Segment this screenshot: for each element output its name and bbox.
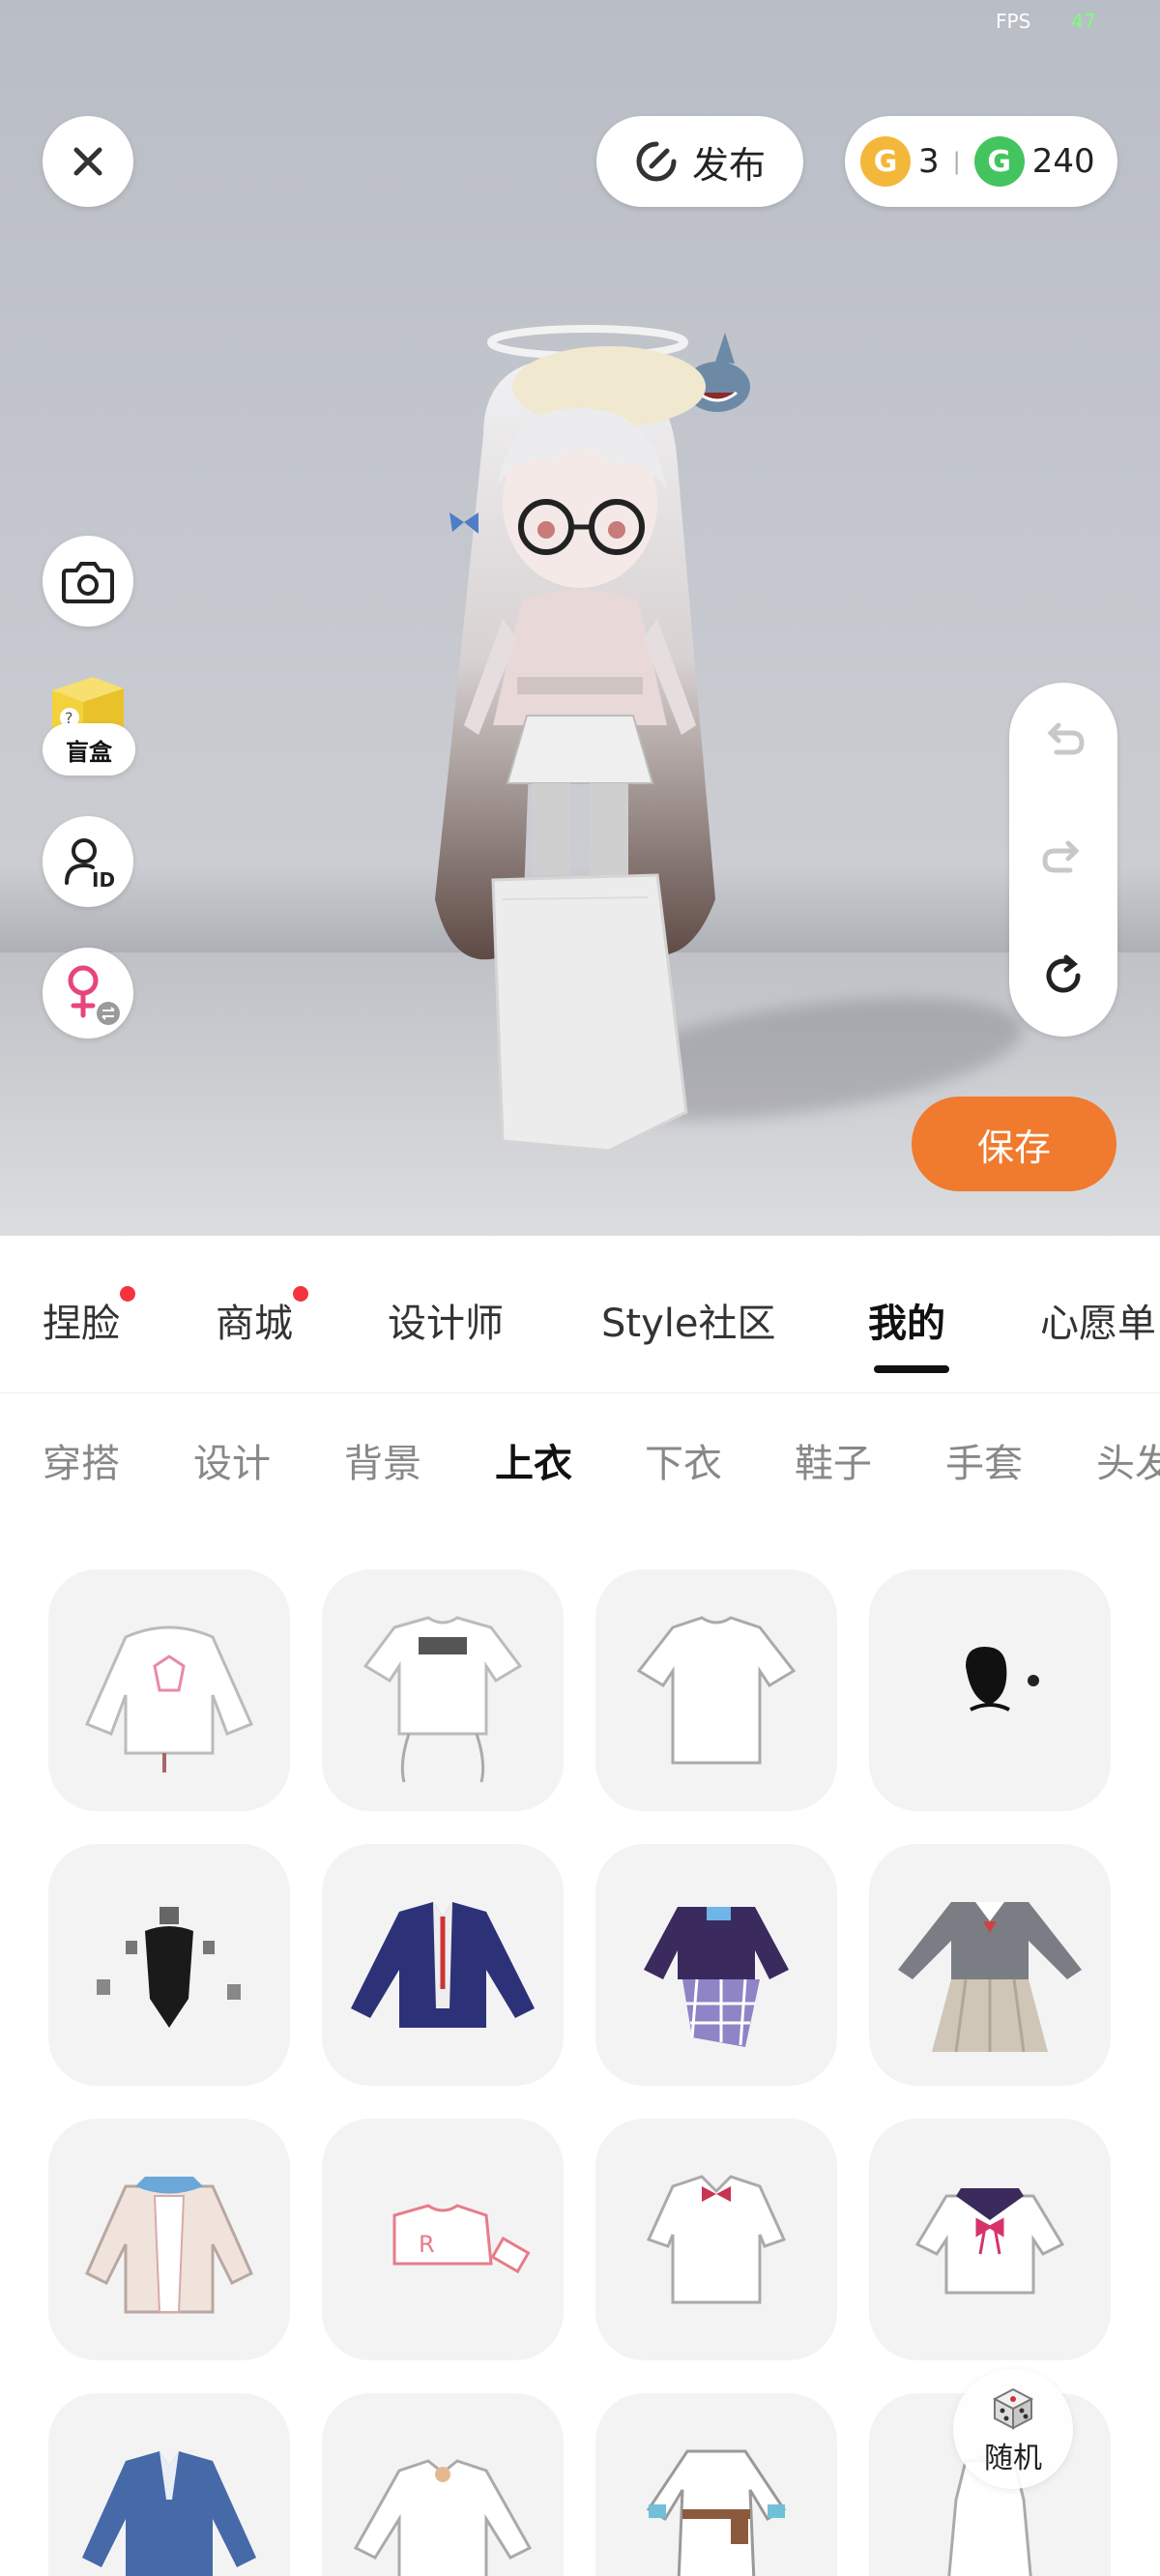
- tab-designer-label: 设计师: [388, 1302, 504, 1346]
- purple-plaid-dress-icon: [644, 1907, 789, 2047]
- item-cardigan-sailor[interactable]: [48, 2119, 290, 2360]
- publish-label: 发布: [691, 143, 766, 187]
- tab-shop-badge: [293, 1286, 308, 1302]
- subtab-background[interactable]: 背景: [344, 1432, 421, 1488]
- blind-box-button[interactable]: ? 盲盒: [43, 667, 135, 783]
- subtab-shoes[interactable]: 鞋子: [795, 1432, 872, 1488]
- user-id-icon: ID: [65, 838, 115, 889]
- item-sailor-blouse[interactable]: [869, 2119, 1111, 2360]
- currency-divider: |: [952, 148, 961, 175]
- undo-button[interactable]: [1037, 714, 1089, 770]
- white-bow-shirt-icon: [646, 2175, 787, 2304]
- gender-button[interactable]: [43, 948, 133, 1039]
- subtab-design[interactable]: 设计: [193, 1432, 271, 1488]
- tab-wishlist-label: 心愿单: [1040, 1302, 1156, 1346]
- green-coin-icon: G: [973, 136, 1025, 187]
- tshirt-drawstring-icon: [362, 1616, 523, 1783]
- active-tab-indicator: [874, 1365, 949, 1373]
- subtab-bottoms[interactable]: 下衣: [645, 1432, 722, 1488]
- white-ruffle-blouse-icon: [353, 2459, 533, 2576]
- blind-box-label-pill: 盲盒: [43, 723, 135, 776]
- tab-style-community[interactable]: Style社区: [601, 1292, 775, 1348]
- tab-style-community-label: Style社区: [601, 1302, 776, 1346]
- currency-display[interactable]: G 3 | G 240: [845, 116, 1117, 207]
- redo-icon: [1042, 840, 1080, 873]
- subtab-outfit[interactable]: 穿搭: [43, 1432, 120, 1488]
- subtab-gloves[interactable]: 手套: [945, 1432, 1023, 1488]
- item-white-tshirt-drawstring[interactable]: [322, 1569, 564, 1811]
- green-coin-count: 240: [1031, 142, 1095, 181]
- save-button[interactable]: 保存: [912, 1097, 1116, 1191]
- subtab-hair[interactable]: 头发: [1096, 1432, 1160, 1488]
- item-white-bow-shirt[interactable]: [595, 2119, 837, 2360]
- item-white-hoodie[interactable]: [48, 1569, 290, 1811]
- item-blue-suit-jacket[interactable]: [48, 2393, 290, 2576]
- main-tab-bar: 捏脸 商城 设计师 Style社区 我的 心愿单: [0, 1236, 1160, 1393]
- tab-face-badge: [120, 1286, 135, 1302]
- gold-coin-count: 3: [918, 142, 940, 181]
- random-label: 随机: [984, 2442, 1042, 2475]
- subtab-tops[interactable]: 上衣: [495, 1432, 572, 1488]
- item-navy-blazer[interactable]: [322, 1844, 564, 2086]
- close-button[interactable]: [43, 116, 133, 207]
- white-dress-belt-icon: [646, 2449, 787, 2576]
- white-hoodie-icon: [84, 1625, 254, 1772]
- id-button[interactable]: ID: [43, 816, 133, 907]
- black-swimsuit-icon: [97, 1907, 241, 2028]
- blind-box-label: 盲盒: [66, 738, 112, 766]
- gold-coin-icon: G: [860, 136, 911, 187]
- reset-button[interactable]: [1037, 950, 1089, 1006]
- tshirt-icon: [636, 1616, 797, 1765]
- item-black-accessory[interactable]: [869, 1569, 1111, 1811]
- tab-face-label: 捏脸: [43, 1302, 120, 1346]
- svg-text:R: R: [419, 2231, 435, 2258]
- item-black-swimsuit[interactable]: [48, 1844, 290, 2086]
- item-white-ruffle-blouse[interactable]: [322, 2393, 564, 2576]
- fps-value: 47: [1071, 10, 1096, 33]
- tab-mine[interactable]: 我的: [868, 1292, 945, 1348]
- item-pink-crop-top[interactable]: R: [322, 2119, 564, 2360]
- category-tab-bar: 穿搭 设计 背景 上衣 下衣 鞋子 手套 头发: [0, 1393, 1160, 1520]
- tab-shop-label: 商城: [216, 1302, 293, 1346]
- female-swap-icon: [68, 965, 120, 1025]
- tab-mine-label: 我的: [868, 1302, 945, 1346]
- item-white-dress-belt[interactable]: [595, 2393, 837, 2576]
- tab-wishlist[interactable]: 心愿单: [1040, 1292, 1156, 1348]
- redo-button[interactable]: [1037, 832, 1089, 888]
- publish-button[interactable]: 发布: [596, 116, 803, 207]
- grey-sailor-uniform-icon: [898, 1902, 1082, 2053]
- item-white-tshirt[interactable]: [595, 1569, 837, 1811]
- pink-crop-top-icon: R: [392, 2204, 531, 2274]
- undo-icon: [1047, 722, 1085, 755]
- blue-suit-jacket-icon: [82, 2451, 256, 2576]
- dice-icon: [992, 2387, 1034, 2430]
- black-accessory-icon: [966, 1647, 1039, 1712]
- fps-counter: FPS 47: [996, 10, 1096, 33]
- fps-label: FPS: [996, 10, 1031, 33]
- navy-blazer-icon: [351, 1902, 535, 2028]
- tab-shop[interactable]: 商城: [216, 1286, 308, 1348]
- item-grey-sailor-uniform[interactable]: [869, 1844, 1111, 2086]
- publish-icon: [636, 141, 677, 182]
- close-icon: [73, 147, 102, 176]
- random-button[interactable]: 随机: [953, 2369, 1073, 2489]
- tab-designer[interactable]: 设计师: [388, 1292, 504, 1348]
- tab-face[interactable]: 捏脸: [43, 1286, 135, 1348]
- sailor-blouse-icon: [914, 2188, 1065, 2295]
- item-purple-plaid-dress[interactable]: [595, 1844, 837, 2086]
- history-controls: [1009, 683, 1117, 1037]
- camera-icon: [62, 562, 114, 603]
- svg-text:ID: ID: [92, 868, 115, 889]
- avatar-character[interactable]: [319, 319, 802, 1189]
- reset-icon: [1046, 954, 1081, 993]
- avatar-viewport[interactable]: FPS 47 发布 G 3 | G 240 ? 盲盒 ID 保存: [0, 0, 1160, 1236]
- camera-button[interactable]: [43, 536, 133, 627]
- cardigan-sailor-icon: [85, 2177, 253, 2314]
